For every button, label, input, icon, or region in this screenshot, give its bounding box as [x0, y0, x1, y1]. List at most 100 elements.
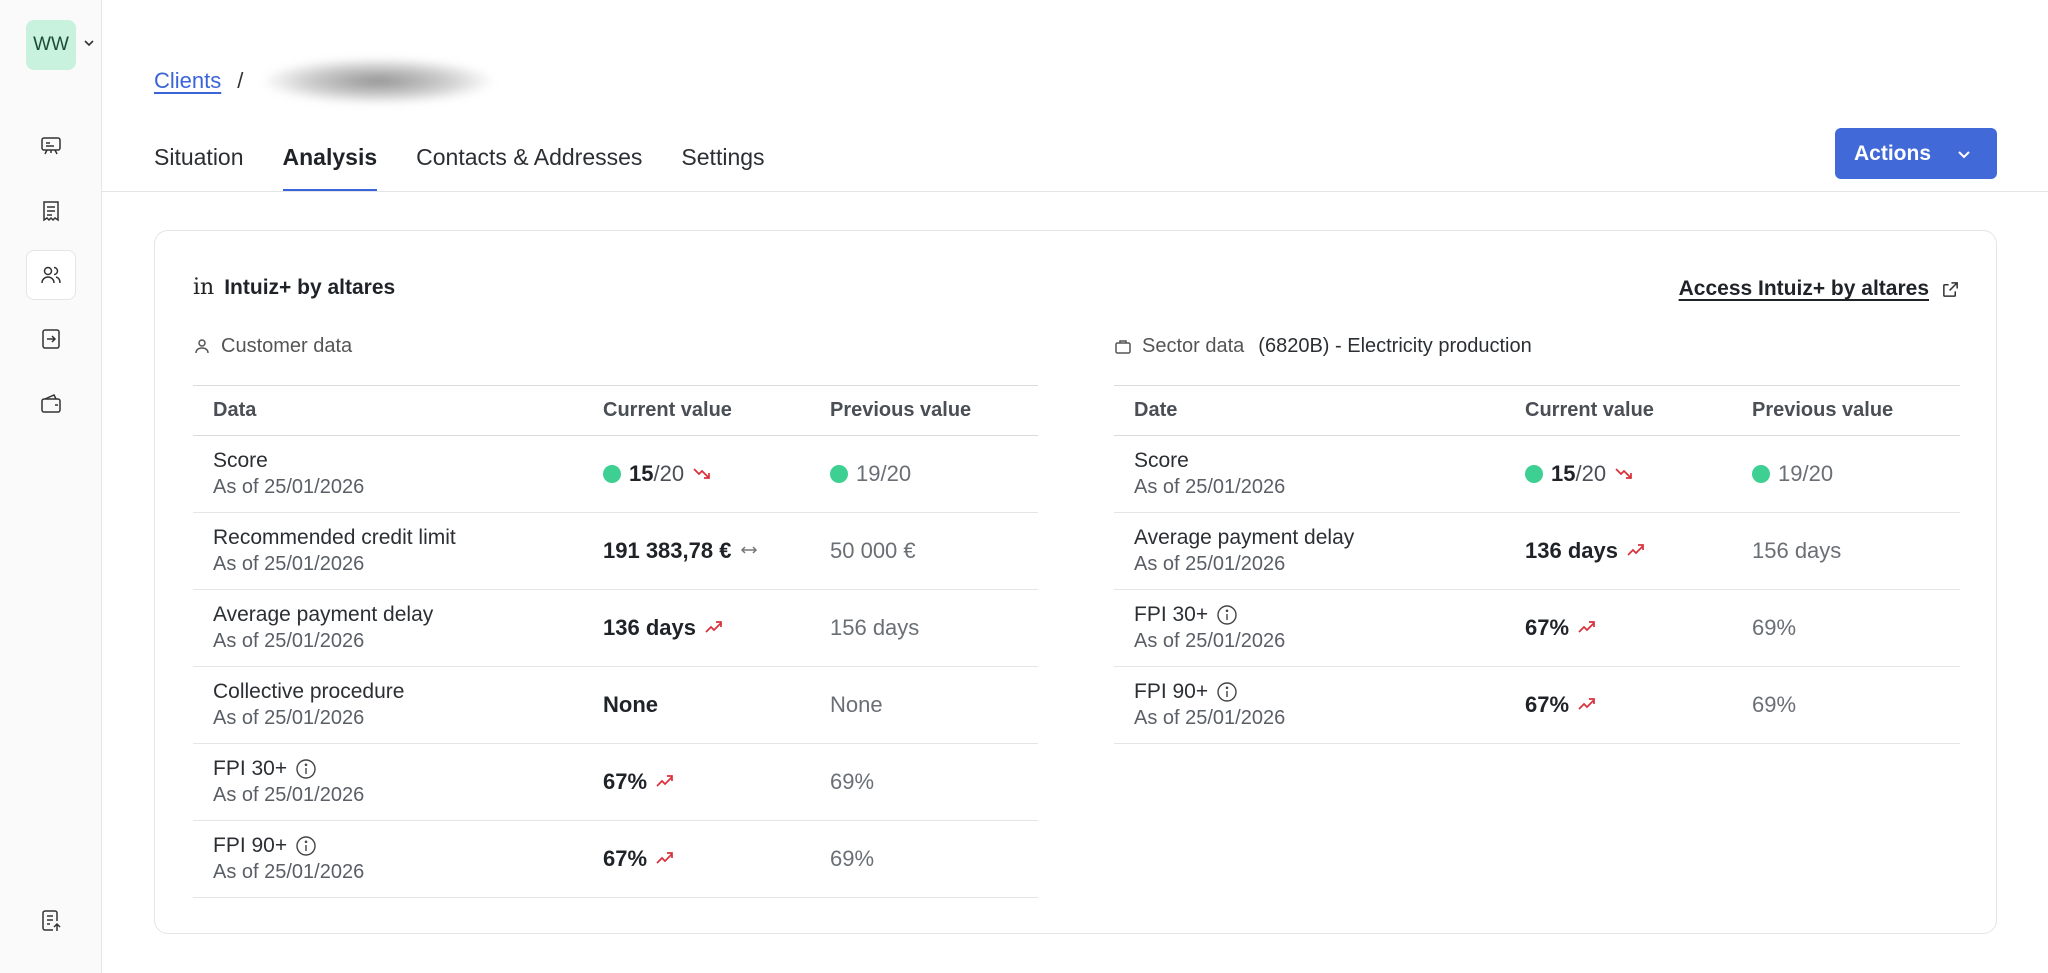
tab-settings[interactable]: Settings	[681, 140, 764, 192]
tab-contacts-addresses[interactable]: Contacts & Addresses	[416, 140, 642, 192]
score-dot	[1752, 465, 1770, 483]
trend-up-icon	[656, 775, 673, 787]
table-row: FPI 30+ As of 25/01/2026 67% 69%	[193, 743, 1038, 821]
tabs-divider	[102, 191, 2048, 192]
row-label: Average payment delay	[213, 603, 434, 626]
tab-situation[interactable]: Situation	[154, 140, 244, 192]
provider-name: Intuiz+ by altares	[224, 275, 396, 299]
customer-data-heading: Customer data	[193, 331, 1038, 361]
current-value-cell: 15/20	[1505, 435, 1732, 513]
previous-value-cell: 69%	[1732, 589, 1960, 667]
access-intuiz-label: Access Intuiz+ by altares	[1678, 277, 1929, 300]
client-name-redacted	[263, 58, 494, 104]
info-icon[interactable]	[295, 835, 317, 857]
actions-button[interactable]: Actions	[1835, 128, 1997, 179]
row-label: FPI 30+	[213, 757, 288, 780]
previous-value: None	[830, 692, 883, 717]
column-header: Previous value	[1732, 385, 1960, 436]
previous-value-cell: 69%	[810, 820, 1038, 898]
info-icon[interactable]	[295, 758, 317, 780]
previous-value-cell: 69%	[1732, 666, 1960, 744]
row-label-cell: Average payment delay As of 25/01/2026	[1114, 512, 1505, 590]
sidebar-item-clients[interactable]	[26, 250, 76, 300]
previous-value-cell: 156 days	[810, 589, 1038, 667]
column-header: Current value	[583, 385, 810, 436]
sidebar-item-export[interactable]	[26, 896, 76, 946]
table-row: Average payment delay As of 25/01/2026 1…	[1114, 512, 1960, 590]
previous-value: 69%	[830, 846, 875, 871]
intuiz-logo: in	[193, 275, 215, 300]
avatar[interactable]: WW	[26, 20, 76, 70]
sidebar: WW	[0, 0, 102, 973]
info-icon[interactable]	[1216, 604, 1238, 626]
trend-down-icon	[1615, 468, 1632, 479]
row-date: As of 25/01/2026	[213, 707, 365, 729]
previous-value-cell: 156 days	[1732, 512, 1960, 590]
row-date: As of 25/01/2026	[1134, 553, 1286, 575]
table-row: Collective procedure As of 25/01/2026 No…	[193, 666, 1038, 744]
sidebar-item-transfers[interactable]	[26, 314, 76, 364]
table-row: FPI 30+ As of 25/01/2026 67% 69%	[1114, 589, 1960, 667]
row-label: Average payment delay	[1134, 526, 1355, 549]
current-value: 136 days	[603, 615, 696, 640]
score-denominator: /20	[1575, 461, 1607, 486]
score-dot	[830, 465, 848, 483]
customer-data-title: Customer data	[221, 334, 353, 357]
chevron-down-icon	[1958, 150, 1970, 158]
customer-data-table: Data Current value Previous value Score …	[193, 385, 1038, 898]
trend-up-icon	[1578, 698, 1595, 710]
chevron-down-icon[interactable]	[82, 36, 96, 50]
current-value-cell: 67%	[583, 743, 810, 821]
customer-data-section: Customer data Data Current value Previou…	[193, 331, 1038, 898]
intuiz-card: in Intuiz+ by altares Access Intuiz+ by …	[154, 230, 1997, 934]
score-dot	[1525, 465, 1543, 483]
row-date: As of 25/01/2026	[1134, 707, 1286, 729]
actions-button-label: Actions	[1854, 141, 1932, 165]
export-report-icon	[42, 910, 61, 931]
breadcrumb-clients-link[interactable]: Clients	[154, 68, 221, 94]
current-value: 15	[1551, 461, 1576, 486]
previous-value: 156 days	[1752, 538, 1842, 563]
previous-value-cell: 19/20	[1732, 435, 1960, 513]
previous-value-cell: 69%	[810, 743, 1038, 821]
transfer-icon	[42, 329, 60, 349]
presentation-icon	[41, 137, 61, 155]
tab-analysis[interactable]: Analysis	[282, 140, 377, 192]
previous-value: 69%	[830, 769, 875, 794]
table-header-row: Date Current value Previous value	[1114, 385, 1960, 436]
current-value-cell: 136 days	[1505, 512, 1732, 590]
sidebar-item-presentation[interactable]	[26, 121, 76, 171]
trend-up-icon	[705, 621, 722, 633]
row-date: As of 25/01/2026	[213, 553, 365, 575]
sector-data-section: Sector data (6820B) - Electricity produc…	[1114, 331, 1960, 744]
current-value: None	[603, 692, 658, 717]
previous-value-cell: 19/20	[810, 435, 1038, 513]
row-label-cell: FPI 30+ As of 25/01/2026	[1114, 589, 1505, 667]
table-row: Average payment delay As of 25/01/2026 1…	[193, 589, 1038, 667]
previous-value: 19/20	[856, 461, 912, 486]
previous-value-cell: None	[810, 666, 1038, 744]
sidebar-item-wallet[interactable]	[26, 379, 76, 429]
row-label: Collective procedure	[213, 680, 405, 703]
trend-down-icon	[693, 468, 710, 479]
current-value: 15	[629, 461, 654, 486]
sidebar-item-invoices[interactable]	[26, 186, 76, 236]
row-label-cell: Score As of 25/01/2026	[193, 435, 583, 513]
table-row: FPI 90+ As of 25/01/2026 67% 69%	[1114, 666, 1960, 744]
access-intuiz-link[interactable]: Access Intuiz+ by altares	[1679, 277, 1960, 301]
row-label: FPI 90+	[1134, 680, 1209, 703]
row-label: Score	[1134, 449, 1189, 472]
row-date: As of 25/01/2026	[213, 630, 365, 652]
sector-data-heading: Sector data (6820B) - Electricity produc…	[1114, 331, 1960, 361]
current-value-cell: 15/20	[583, 435, 810, 513]
invoice-icon	[43, 201, 59, 222]
trend-flat-icon	[741, 546, 758, 554]
trend-up-icon	[1578, 621, 1595, 633]
users-icon	[41, 266, 61, 284]
info-icon[interactable]	[1216, 681, 1238, 703]
current-value: 67%	[1525, 692, 1570, 717]
row-label-cell: Score As of 25/01/2026	[1114, 435, 1505, 513]
previous-value: 69%	[1752, 615, 1797, 640]
trend-up-icon	[656, 852, 673, 864]
table-row: Recommended credit limit As of 25/01/202…	[193, 512, 1038, 590]
